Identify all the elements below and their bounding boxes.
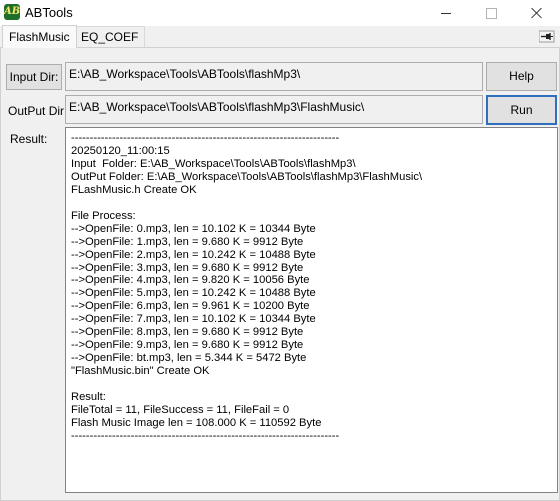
close-icon [531, 7, 543, 19]
tab-eq-coef[interactable]: EQ_COEF [74, 26, 146, 47]
result-line: Result: [71, 391, 106, 404]
result-line: -->OpenFile: 4.mp3, len = 9.820 K = 1005… [71, 274, 310, 287]
minimize-button[interactable] [423, 0, 469, 26]
app-logo-icon: AB [4, 4, 20, 20]
pin-icon[interactable] [539, 30, 555, 43]
maximize-button[interactable] [468, 0, 514, 26]
input-dir-button[interactable]: Input Dir: [6, 64, 62, 90]
result-line: -->OpenFile: 1.mp3, len = 9.680 K = 9912… [71, 235, 304, 248]
result-text: ----------------------------------------… [71, 132, 422, 443]
result-line: File Process: [71, 209, 136, 222]
result-line: -->OpenFile: 8.mp3, len = 9.680 K = 9912… [71, 326, 304, 339]
result-line: 20250120_11:00:15 [71, 144, 170, 157]
help-button[interactable]: Help [486, 62, 557, 91]
window-title: ABTools [25, 5, 73, 20]
run-button[interactable]: Run [486, 95, 557, 125]
tab-flashmusic[interactable]: FlashMusic [2, 25, 77, 48]
result-line: OutPut Folder: E:\AB_Workspace\Tools\ABT… [71, 170, 423, 183]
maximize-icon [485, 7, 497, 19]
result-line: "FlashMusic.bin" Create OK [71, 365, 210, 378]
title-bar: AB ABTools [0, 0, 560, 26]
result-line: -->OpenFile: 3.mp3, len = 9.680 K = 9912… [71, 261, 304, 274]
result-line: -->OpenFile: 0.mp3, len = 10.102 K = 103… [71, 222, 316, 235]
minimize-icon [441, 12, 451, 14]
result-line: -->OpenFile: 2.mp3, len = 10.242 K = 104… [71, 248, 316, 261]
result-line: -->OpenFile: 7.mp3, len = 10.102 K = 103… [71, 313, 316, 326]
input-dir-field[interactable]: E:\AB_Workspace\Tools\ABTools\flashMp3\ [65, 62, 483, 91]
output-dir-label: OutPut Dir: [8, 104, 68, 118]
result-line: FileTotal = 11, FileSuccess = 11, FileFa… [71, 404, 290, 417]
result-line: -->OpenFile: 5.mp3, len = 10.242 K = 104… [71, 287, 316, 300]
result-line: -->OpenFile: 6.mp3, len = 9.961 K = 1020… [71, 300, 310, 313]
tab-strip: FlashMusic EQ_COEF [0, 25, 560, 48]
result-line: -->OpenFile: bt.mp3, len = 5.344 K = 547… [71, 352, 307, 365]
result-line: -->OpenFile: 9.mp3, len = 9.680 K = 9912… [71, 339, 304, 352]
output-dir-field[interactable]: E:\AB_Workspace\Tools\ABTools\flashMp3\F… [65, 95, 483, 124]
close-button[interactable] [514, 0, 560, 26]
result-label: Result: [10, 132, 48, 146]
result-line: ----------------------------------------… [71, 429, 340, 442]
result-textarea[interactable]: ----------------------------------------… [65, 127, 558, 493]
result-line [71, 197, 422, 210]
result-line: FLashMusic.h Create OK [71, 183, 197, 196]
result-line: ----------------------------------------… [71, 132, 340, 144]
result-line: Input Folder: E:\AB_Workspace\Tools\ABTo… [71, 157, 356, 170]
result-line [71, 378, 422, 391]
result-line: Flash Music Image len = 108.000 K = 1105… [71, 416, 322, 429]
